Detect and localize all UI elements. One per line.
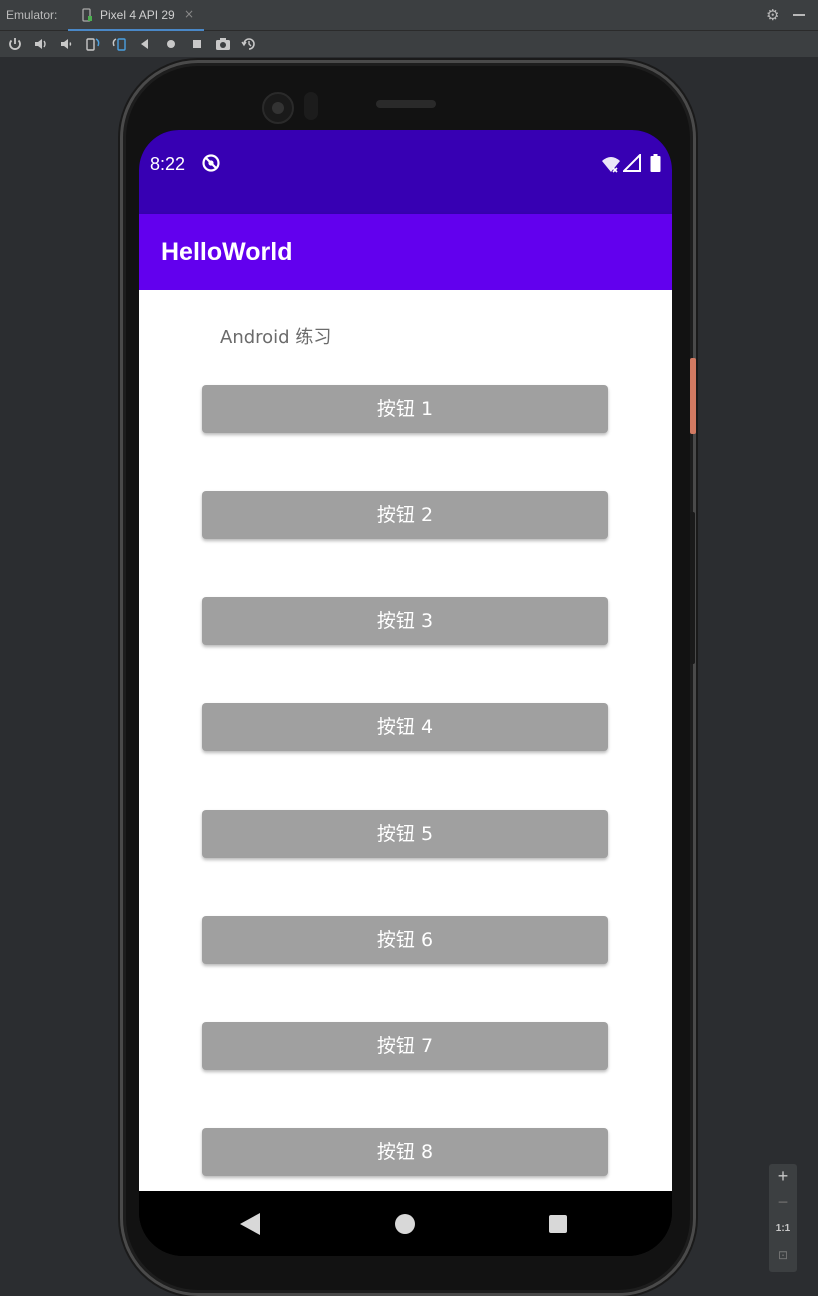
- button-8[interactable]: 按钮 8: [202, 1128, 608, 1176]
- app-bar: HelloWorld: [139, 214, 672, 290]
- app-title: HelloWorld: [161, 238, 293, 266]
- rotate-right-icon[interactable]: [110, 35, 128, 53]
- emulator-header: Emulator: Pixel 4 API 29 × ⚙: [0, 0, 818, 31]
- app-content: Android 练习 按钮 1 按钮 2 按钮 3 按钮 4 按钮 5 按钮 6…: [139, 290, 672, 1191]
- zoom-out-button[interactable]: −: [769, 1192, 797, 1213]
- zoom-fit-icon[interactable]: ⊡: [769, 1248, 797, 1262]
- status-bar: 8:22: [139, 130, 672, 214]
- zoom-controls: + − 1:1 ⊡: [769, 1164, 797, 1272]
- button-6[interactable]: 按钮 6: [202, 916, 608, 964]
- volume-down-icon[interactable]: [58, 35, 76, 53]
- device-screen: 8:22 HelloWorld Android 练习 按钮 1 按钮 2 按钮 …: [139, 130, 672, 1256]
- gear-icon[interactable]: ⚙: [766, 6, 779, 24]
- status-time: 8:22: [150, 154, 186, 174]
- intro-text: Android 练习: [220, 327, 332, 348]
- minimize-icon[interactable]: [793, 14, 805, 16]
- nav-recents-icon[interactable]: [549, 1215, 567, 1233]
- rotate-left-icon[interactable]: [84, 35, 102, 53]
- face-sensor: [304, 92, 318, 120]
- power-icon[interactable]: [6, 35, 24, 53]
- earpiece-speaker: [376, 100, 436, 108]
- zoom-actual-size-button[interactable]: 1:1: [769, 1223, 797, 1234]
- notification-icon: [202, 154, 220, 172]
- close-icon[interactable]: ×: [184, 7, 194, 21]
- button-5[interactable]: 按钮 5: [202, 810, 608, 858]
- button-1[interactable]: 按钮 1: [202, 385, 608, 433]
- device-tab[interactable]: Pixel 4 API 29 ×: [68, 0, 204, 31]
- snapshot-icon[interactable]: [240, 35, 258, 53]
- nav-back-icon[interactable]: [240, 1213, 260, 1235]
- button-4[interactable]: 按钮 4: [202, 703, 608, 751]
- device-icon: [82, 8, 92, 22]
- volume-up-icon[interactable]: [32, 35, 50, 53]
- back-icon[interactable]: [136, 35, 154, 53]
- power-key[interactable]: [690, 358, 696, 434]
- wifi-icon: [602, 157, 620, 173]
- device-tab-title: Pixel 4 API 29: [100, 8, 175, 22]
- button-3[interactable]: 按钮 3: [202, 597, 608, 645]
- button-2[interactable]: 按钮 2: [202, 491, 608, 539]
- volume-key[interactable]: [690, 512, 695, 664]
- home-icon[interactable]: [162, 35, 180, 53]
- emulator-toolbar: [0, 31, 818, 57]
- button-7[interactable]: 按钮 7: [202, 1022, 608, 1070]
- signal-icon: [623, 154, 641, 172]
- navigation-bar: [139, 1191, 672, 1256]
- screenshot-icon[interactable]: [214, 35, 232, 53]
- overview-icon[interactable]: [188, 35, 206, 53]
- nav-home-icon[interactable]: [395, 1214, 415, 1234]
- zoom-in-button[interactable]: +: [769, 1166, 797, 1187]
- battery-icon: [650, 154, 661, 172]
- emulator-label: Emulator:: [6, 8, 58, 22]
- front-camera: [262, 92, 294, 124]
